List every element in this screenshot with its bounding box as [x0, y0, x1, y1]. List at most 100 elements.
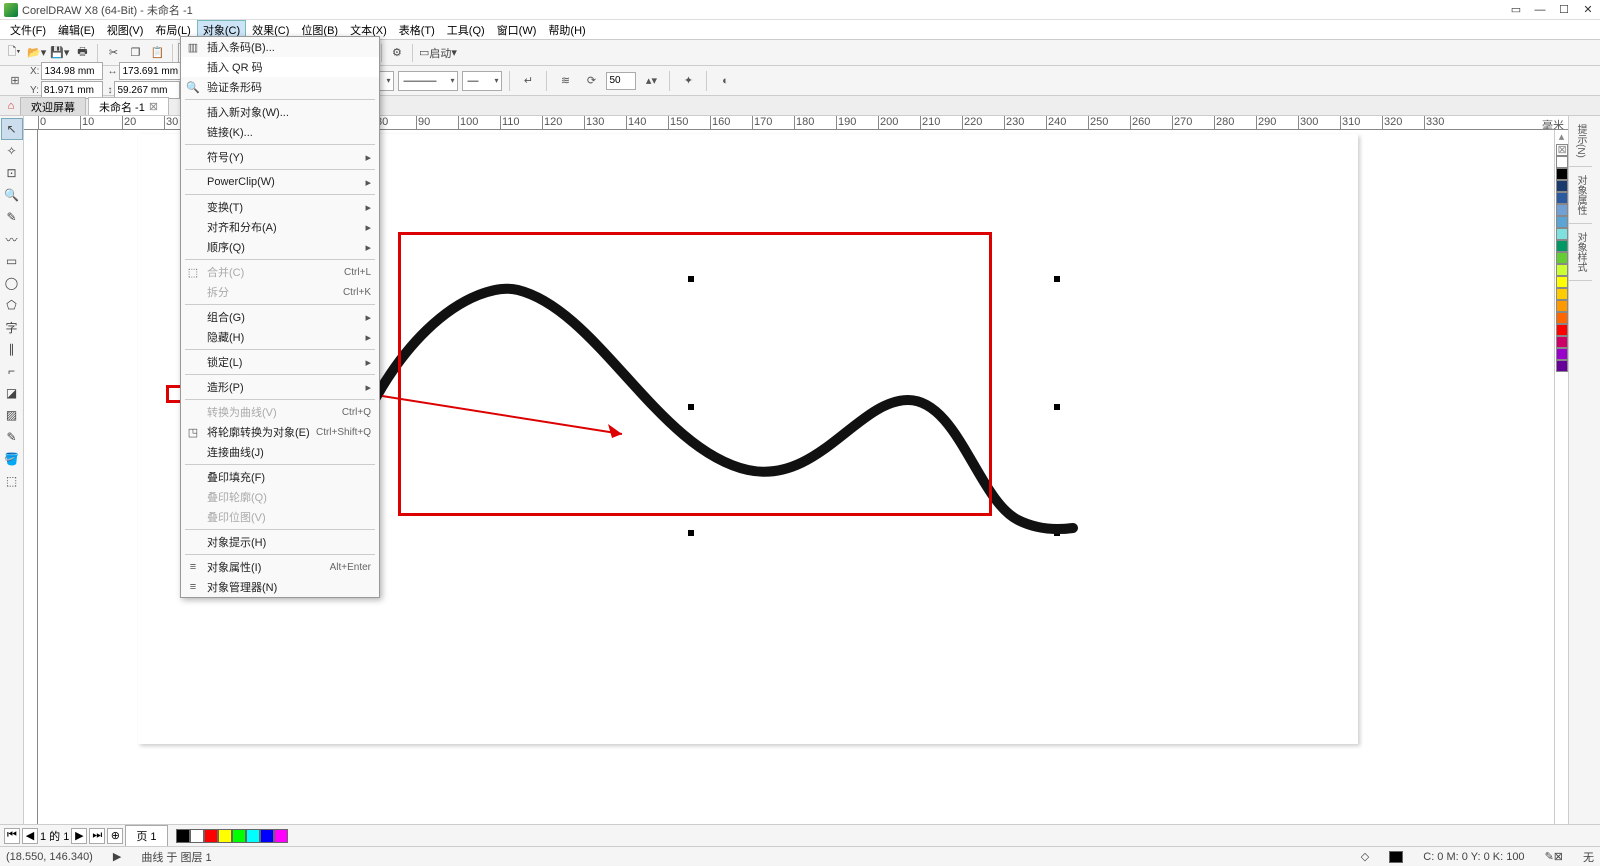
- color-swatch[interactable]: [1556, 324, 1568, 336]
- color-swatch[interactable]: [1556, 312, 1568, 324]
- menu-item[interactable]: ▥插入条码(B)...: [181, 37, 379, 57]
- presets-icon[interactable]: ⊞: [4, 70, 26, 92]
- menu-item[interactable]: 对象提示(H): [181, 532, 379, 552]
- outline-tool-icon[interactable]: ⬚: [1, 470, 23, 492]
- color-swatch[interactable]: [1556, 288, 1568, 300]
- options-icon[interactable]: ⚙: [387, 43, 407, 63]
- menu-item[interactable]: 工具(Q): [441, 20, 491, 40]
- color-swatch[interactable]: [1556, 192, 1568, 204]
- maximize-icon[interactable]: ☐: [1556, 3, 1572, 17]
- page-add-icon[interactable]: ⊕: [107, 828, 123, 844]
- menu-item[interactable]: 🔍验证条形码: [181, 77, 379, 97]
- menu-item[interactable]: 插入新对象(W)...: [181, 102, 379, 122]
- palette-swatch[interactable]: [190, 829, 204, 843]
- ellipse-tool-icon[interactable]: ◯: [1, 272, 23, 294]
- menu-item[interactable]: 文件(F): [4, 20, 52, 40]
- menu-item[interactable]: 隐藏(H)▸: [181, 327, 379, 347]
- color-swatch[interactable]: [1556, 240, 1568, 252]
- page-last-icon[interactable]: ⏭: [89, 828, 105, 844]
- page-next-icon[interactable]: ▶: [71, 828, 87, 844]
- artistic-tool-icon[interactable]: 〰: [1, 228, 23, 250]
- crop-tool-icon[interactable]: ⊡: [1, 162, 23, 184]
- x-input[interactable]: [41, 62, 103, 80]
- page-first-icon[interactable]: ⏮: [4, 828, 20, 844]
- shape-tool-icon[interactable]: ✧: [1, 140, 23, 162]
- wrap-icon[interactable]: ↵: [517, 70, 539, 92]
- menu-item[interactable]: 符号(Y)▸: [181, 147, 379, 167]
- outline-swatch[interactable]: [1389, 851, 1403, 863]
- color-swatch[interactable]: [1556, 264, 1568, 276]
- color-swatch[interactable]: [1556, 204, 1568, 216]
- menu-item[interactable]: ≡对象属性(I)Alt+Enter: [181, 557, 379, 577]
- menu-item[interactable]: ≡对象管理器(N): [181, 577, 379, 597]
- tab-document[interactable]: 未命名 -1⊠: [88, 97, 169, 115]
- end-cap-combo[interactable]: —: [462, 71, 502, 91]
- tab-close-icon[interactable]: ⊠: [149, 100, 158, 113]
- freehand-tool-icon[interactable]: ✎: [1, 206, 23, 228]
- fill-tool-icon[interactable]: 🪣: [1, 448, 23, 470]
- menu-item[interactable]: PowerClip(W)▸: [181, 172, 379, 192]
- menu-item[interactable]: ◳将轮廓转换为对象(E)Ctrl+Shift+Q: [181, 422, 379, 442]
- palette-swatch[interactable]: [176, 829, 190, 843]
- menu-item[interactable]: 变换(T)▸: [181, 197, 379, 217]
- width-input[interactable]: [119, 62, 185, 80]
- text-tool-icon[interactable]: 字: [1, 316, 23, 338]
- palette-swatch[interactable]: [274, 829, 288, 843]
- fill-indicator-icon[interactable]: ◇: [1361, 850, 1369, 863]
- menu-item[interactable]: 视图(V): [101, 20, 150, 40]
- paste-icon[interactable]: 📋: [147, 43, 167, 63]
- docker-tab[interactable]: 提示(N): [1569, 116, 1592, 167]
- spin-icon[interactable]: ⟳: [580, 70, 602, 92]
- color-swatch[interactable]: [1556, 228, 1568, 240]
- color-swatch[interactable]: [1556, 276, 1568, 288]
- menu-item[interactable]: 组合(G)▸: [181, 307, 379, 327]
- palette-swatch[interactable]: [246, 829, 260, 843]
- copy-icon[interactable]: ❐: [125, 43, 145, 63]
- home-icon[interactable]: ⌂: [2, 97, 20, 115]
- zoom-tool-icon[interactable]: 🔍: [1, 184, 23, 206]
- spin-input[interactable]: [606, 72, 636, 90]
- shadow-tool-icon[interactable]: ◪: [1, 382, 23, 404]
- color-swatch[interactable]: [1556, 348, 1568, 360]
- docker-tab[interactable]: 对象属性: [1569, 167, 1592, 224]
- page-prev-icon[interactable]: ◀: [22, 828, 38, 844]
- color-swatch[interactable]: [1556, 300, 1568, 312]
- polygon-tool-icon[interactable]: ⬠: [1, 294, 23, 316]
- menu-item[interactable]: 叠印填充(F): [181, 467, 379, 487]
- docker-tab[interactable]: 对象样式: [1569, 224, 1592, 281]
- menu-item[interactable]: 编辑(E): [52, 20, 101, 40]
- help-icon[interactable]: ▭: [1508, 3, 1524, 17]
- menu-item[interactable]: 帮助(H): [542, 20, 591, 40]
- launch-button[interactable]: ▭ 启动 ▾: [418, 43, 458, 63]
- minimize-icon[interactable]: —: [1532, 3, 1548, 17]
- eyedropper-tool-icon[interactable]: ✎: [1, 426, 23, 448]
- menu-item[interactable]: 连接曲线(J): [181, 442, 379, 462]
- close-icon[interactable]: ✕: [1580, 3, 1596, 17]
- rectangle-tool-icon[interactable]: ▭: [1, 250, 23, 272]
- palette-up-icon[interactable]: ▴: [1555, 130, 1568, 144]
- parallel-tool-icon[interactable]: ∥: [1, 338, 23, 360]
- color-swatch[interactable]: [1556, 168, 1568, 180]
- palette-swatch[interactable]: [232, 829, 246, 843]
- connector-tool-icon[interactable]: ⌐: [1, 360, 23, 382]
- palette-swatch[interactable]: [218, 829, 232, 843]
- extra1-icon[interactable]: ✦: [677, 70, 699, 92]
- outline-none-icon[interactable]: ✎⊠: [1545, 850, 1563, 863]
- spin-up-icon[interactable]: ▴▾: [640, 70, 662, 92]
- palette-swatch[interactable]: [204, 829, 218, 843]
- swatch-none[interactable]: ⊠: [1556, 144, 1568, 156]
- print-icon[interactable]: 🖶: [72, 43, 92, 63]
- menu-item[interactable]: 插入 QR 码: [181, 57, 379, 77]
- tab-welcome[interactable]: 欢迎屏幕: [20, 97, 86, 115]
- line-style-combo[interactable]: ———: [398, 71, 458, 91]
- save-icon[interactable]: 💾▾: [49, 43, 70, 63]
- color-swatch[interactable]: [1556, 180, 1568, 192]
- pick-tool-icon[interactable]: ↖: [1, 118, 23, 140]
- menu-item[interactable]: 链接(K)...: [181, 122, 379, 142]
- open-file-icon[interactable]: 📂▾: [26, 43, 47, 63]
- color-swatch[interactable]: [1556, 156, 1568, 168]
- menu-item[interactable]: 对齐和分布(A)▸: [181, 217, 379, 237]
- menu-item[interactable]: 顺序(Q)▸: [181, 237, 379, 257]
- color-swatch[interactable]: [1556, 252, 1568, 264]
- menu-item[interactable]: 表格(T): [393, 20, 441, 40]
